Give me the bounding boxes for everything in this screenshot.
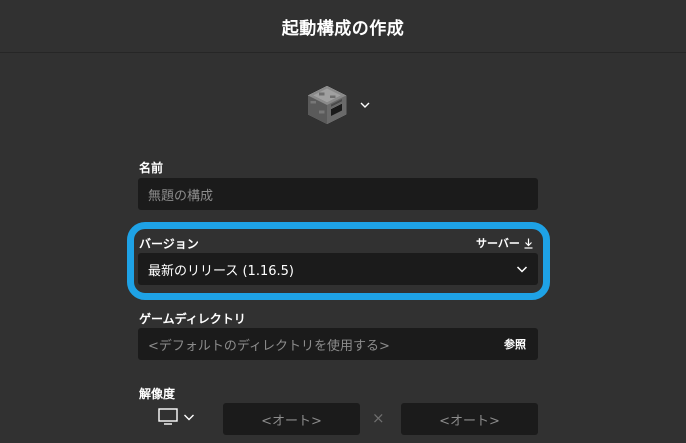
furnace-block-icon — [307, 85, 347, 125]
name-input[interactable]: 無題の構成 — [138, 178, 538, 210]
chevron-down-icon — [184, 414, 194, 420]
resolution-separator: × — [372, 409, 385, 427]
browse-button[interactable]: 参照 — [504, 336, 526, 352]
version-label: バージョン — [139, 237, 199, 251]
version-select[interactable]: 最新のリリース (1.16.5) — [138, 253, 538, 285]
resolution-label: 解像度 — [139, 387, 176, 401]
height-placeholder: <オート> — [439, 413, 500, 429]
page-title: 起動構成の作成 — [281, 18, 405, 39]
game-dir-placeholder: <デフォルトのディレクトリを使用する> — [148, 338, 390, 354]
display-select-button[interactable] — [158, 408, 195, 425]
monitor-icon — [158, 408, 178, 425]
resolution-height-input[interactable]: <オート> — [401, 403, 538, 435]
name-label: 名前 — [139, 161, 164, 175]
chevron-down-icon — [516, 266, 528, 273]
name-placeholder: 無題の構成 — [148, 188, 214, 204]
header-bar: 起動構成の作成 — [0, 0, 686, 53]
download-icon — [524, 238, 533, 249]
server-link-label: サーバー — [476, 237, 520, 250]
launch-config-screen: 起動構成の作成 名前 無題の構成 バージョン サーバー 最新のリリース (1.1… — [0, 0, 686, 443]
icon-picker-button[interactable] — [305, 83, 371, 127]
chevron-down-icon — [360, 102, 370, 108]
server-download-link[interactable]: サーバー — [476, 235, 533, 251]
version-selected-value: 最新のリリース (1.16.5) — [148, 263, 294, 279]
game-dir-label: ゲームディレクトリ — [139, 312, 246, 326]
width-placeholder: <オート> — [261, 413, 322, 429]
resolution-width-input[interactable]: <オート> — [223, 403, 360, 435]
game-dir-input[interactable]: <デフォルトのディレクトリを使用する> 参照 — [138, 328, 538, 360]
